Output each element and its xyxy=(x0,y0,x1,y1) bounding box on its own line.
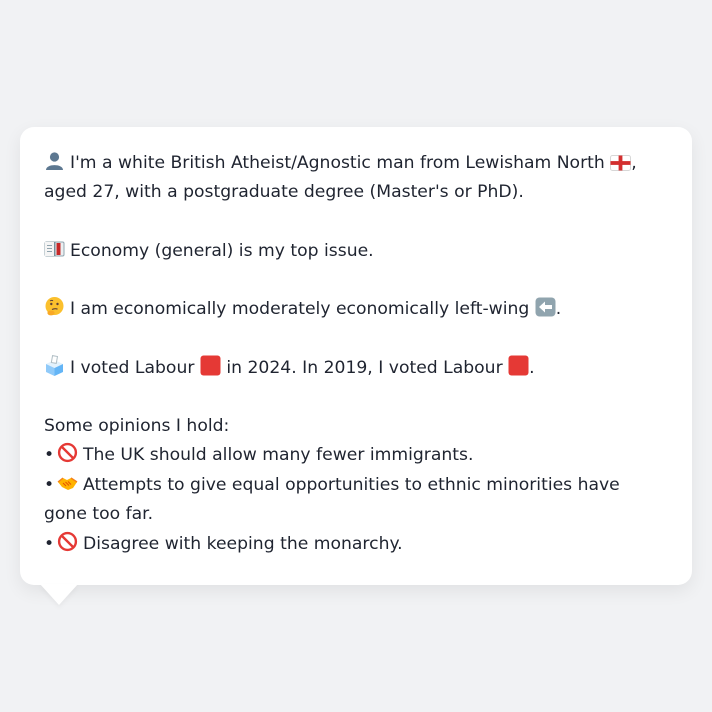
economic-position-text: I am economically moderately economicall… xyxy=(70,299,530,320)
issue-paragraph: Economy (general) is my top issue. xyxy=(44,237,668,266)
opinions-section: Some opinions I hold: • The UK should all… xyxy=(44,412,668,559)
person-silhouette-icon xyxy=(44,149,65,178)
bubble-tail xyxy=(40,584,78,605)
opinion-text: Attempts to give equal opportunities to … xyxy=(44,474,620,525)
economics-paragraph: I am economically moderately economicall… xyxy=(44,295,668,324)
left-arrow-icon xyxy=(535,297,556,319)
opinion-item: • The UK should allow many fewer immigran… xyxy=(44,441,668,470)
top-issue-text: Economy (general) is my top issue. xyxy=(70,240,374,261)
bullet-point: • xyxy=(44,445,55,466)
persona-message-bubble: I'm a white British Atheist/Agnostic man… xyxy=(20,127,692,585)
intro-text: I'm a white British Atheist/Agnostic man… xyxy=(70,153,605,173)
opinion-item: • Attempts to give equal opportunities to… xyxy=(44,471,668,530)
no-entry-icon xyxy=(57,530,78,559)
handshake-icon xyxy=(57,471,78,500)
opinions-heading: Some opinions I hold: xyxy=(44,416,230,437)
party-color-square-icon xyxy=(200,355,221,378)
opinion-text: Disagree with keeping the monarchy. xyxy=(83,533,403,554)
vote-2024-text: I voted Labour xyxy=(70,357,195,378)
opinion-item: • Disagree with keeping the monarchy. xyxy=(44,530,668,559)
ledger-book-icon xyxy=(44,237,65,266)
no-entry-icon xyxy=(57,441,78,470)
ballot-box-icon xyxy=(44,354,65,383)
intro-paragraph: I'm a white British Atheist/Agnostic man… xyxy=(44,149,668,208)
vote-2019-text: in 2024. In 2019, I voted Labour xyxy=(226,357,503,378)
votes-paragraph: I voted Labour in 2024. In 2019, I voted… xyxy=(44,354,668,383)
england-flag-icon xyxy=(610,153,632,173)
bullet-point: • xyxy=(44,474,55,495)
economics-suffix: . xyxy=(555,299,562,320)
thinking-face-icon xyxy=(44,295,65,324)
bullet-point: • xyxy=(44,533,55,554)
votes-suffix: . xyxy=(529,357,535,378)
opinion-text: The UK should allow many fewer immigrant… xyxy=(83,445,474,466)
party-color-square-icon xyxy=(508,355,529,378)
